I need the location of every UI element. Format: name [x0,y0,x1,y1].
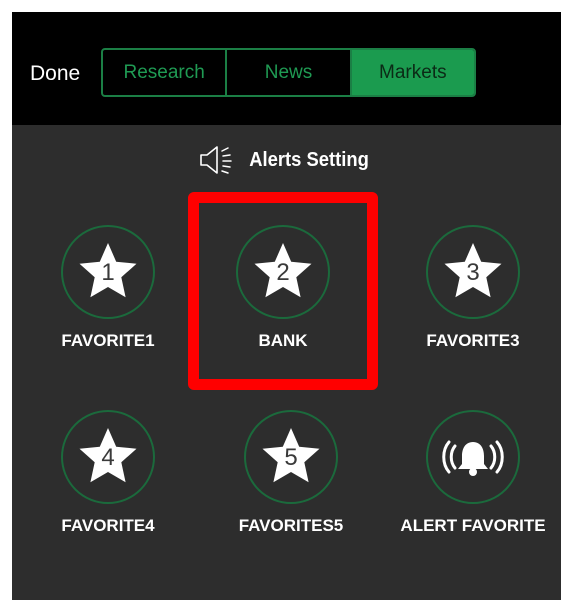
alert-favorite-tile[interactable]: ALERT FAVORITE [388,410,558,560]
favorite-circle: 2 [236,225,330,319]
done-button[interactable]: Done [30,62,80,86]
tab-news[interactable]: News [227,50,352,95]
favorite-label: FAVORITE3 [426,331,520,350]
tab-research[interactable]: Research [103,50,228,95]
alert-circle [426,410,520,504]
alerts-setting-label: Alerts Setting [249,148,370,171]
markets-screen: Done Research News Markets Alerts Settin… [12,12,561,600]
alert-favorite-label: ALERT FAVORITE [400,516,546,535]
favorite-number: 4 [101,444,115,471]
section-tabs: Research News Markets [101,48,476,97]
favorite-circle: 3 [426,225,520,319]
bell-icon [442,440,504,476]
favorite-number: 3 [466,259,480,286]
top-bar: Done Research News Markets [12,12,561,125]
favorite-tile-1[interactable]: 1 FAVORITE1 [23,225,193,375]
favorite-number: 1 [101,259,115,286]
favorite-circle: 4 [61,410,155,504]
favorite-label: FAVORITES5 [238,516,344,535]
tab-markets[interactable]: Markets [351,50,474,95]
star-icon: 3 [440,239,506,305]
star-icon: 4 [75,424,141,490]
alerts-setting-button[interactable]: Alerts Setting [12,140,561,180]
favorite-label: BANK [258,331,308,350]
star-icon: 2 [250,239,316,305]
star-icon: 1 [75,239,141,305]
favorite-tile-2[interactable]: 2 BANK [198,225,368,375]
favorite-circle: 1 [61,225,155,319]
favorite-tile-3[interactable]: 3 FAVORITE3 [388,225,558,375]
favorite-number: 2 [276,259,290,286]
favorite-label: FAVORITE4 [61,516,155,535]
speaker-icon [200,146,233,174]
favorite-tile-4[interactable]: 4 FAVORITE4 [23,410,193,560]
star-icon: 5 [258,424,324,490]
favorite-number: 5 [284,444,298,471]
favorite-circle: 5 [244,410,338,504]
favorite-tile-5[interactable]: 5 FAVORITES5 [206,410,376,560]
